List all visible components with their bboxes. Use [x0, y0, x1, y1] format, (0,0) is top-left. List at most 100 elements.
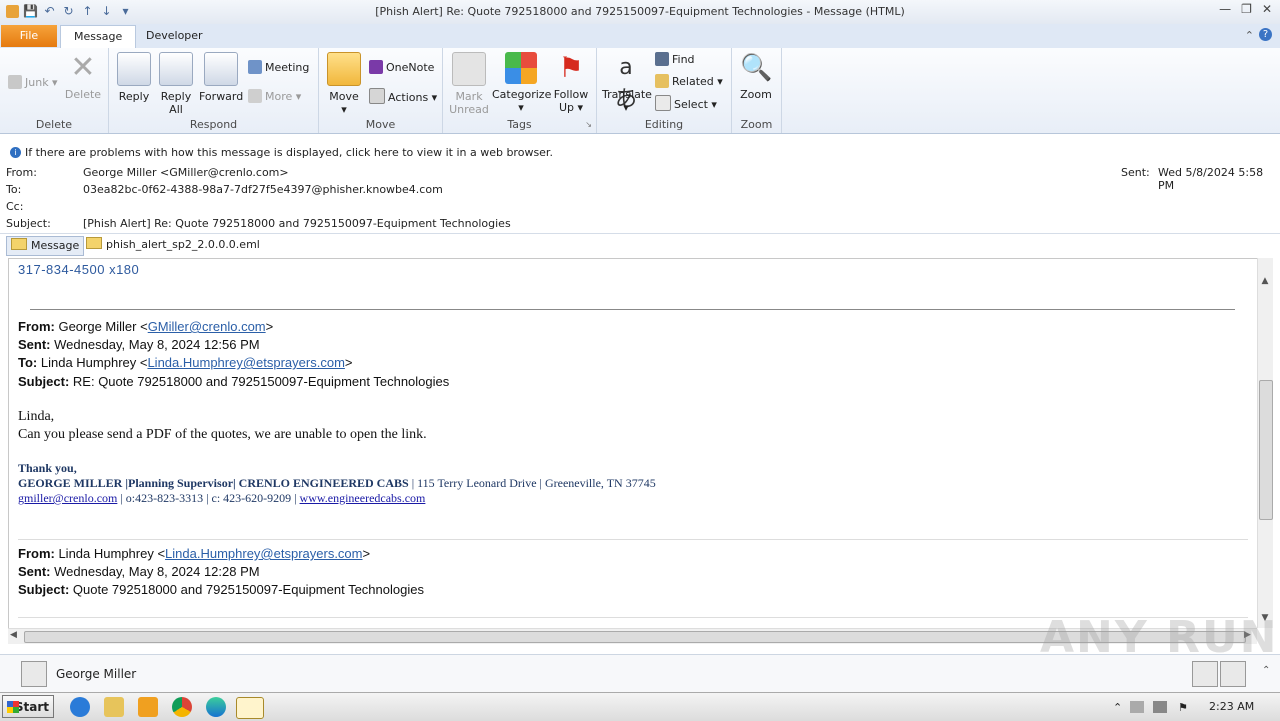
vertical-scrollbar[interactable]: ▲ ▼	[1257, 258, 1273, 628]
start-button[interactable]: Start	[2, 695, 54, 718]
move-button[interactable]: Move ▾	[325, 52, 363, 116]
delete-icon: ✕	[70, 50, 96, 85]
binoculars-icon	[655, 52, 669, 66]
m1-signature-contact: gmiller@crenlo.com | o:423-823-3313 | c:…	[18, 491, 426, 505]
sent-value: Wed 5/8/2024 5:58 PM	[1158, 166, 1264, 192]
categorize-icon	[505, 52, 537, 84]
junk-button[interactable]: Junk ▾	[8, 74, 58, 92]
m1-subject-line: Subject: RE: Quote 792518000 and 7925150…	[18, 374, 450, 389]
people-pane: George Miller ⌃	[0, 654, 1280, 693]
network-icon[interactable]	[1153, 701, 1167, 713]
tags-group: Mark Unread Categorize ▾ ⚑ Follow Up ▾ Tags…	[443, 48, 597, 133]
reply-all-button[interactable]: Reply All	[157, 52, 195, 116]
m2-from-email-link[interactable]: Linda.Humphrey@etsprayers.com	[165, 546, 362, 561]
more-button[interactable]: More ▾	[248, 88, 301, 106]
signature-phone: 317-834-4500 x180	[18, 262, 140, 277]
minimize-icon[interactable]: —	[1219, 2, 1231, 16]
separator-line	[30, 309, 1235, 310]
explorer-icon[interactable]	[104, 697, 124, 717]
ribbon-tabs: File Message Developer ⌃ ?	[0, 24, 1280, 49]
reply-button[interactable]: Reply	[115, 52, 153, 103]
avatar-left	[1192, 661, 1218, 687]
related-button[interactable]: Related ▾	[655, 73, 723, 91]
delete-group: Junk ▾ ✕ Delete Delete	[0, 48, 109, 133]
help-icon[interactable]: ?	[1259, 28, 1272, 41]
people-pane-name[interactable]: George Miller	[56, 667, 136, 681]
meeting-icon	[248, 60, 262, 74]
attachment-message[interactable]: Message	[6, 236, 85, 256]
clock[interactable]: 2:23 AM	[1209, 700, 1254, 713]
mark-unread-icon	[452, 52, 486, 86]
tags-group-label: Tags	[507, 118, 532, 131]
respond-group: Reply Reply All Forward Meeting More ▾ Re…	[109, 48, 319, 133]
edge-icon[interactable]	[206, 697, 226, 717]
from-value[interactable]: George Miller <GMiller@crenlo.com>	[83, 166, 289, 179]
m1-thanks: Thank you,	[18, 461, 77, 475]
attachment-bar: Message phish_alert_sp2_2.0.0.0.eml	[0, 233, 1280, 256]
translate-button[interactable]: aあ Translate ▾	[602, 52, 652, 114]
m2-sent-line: Sent: Wednesday, May 8, 2024 12:28 PM	[18, 564, 260, 579]
attachment-eml[interactable]: phish_alert_sp2_2.0.0.0.eml	[82, 236, 264, 254]
translate-icon: aあ	[614, 55, 637, 112]
delete-group-label: Delete	[35, 118, 73, 131]
onenote-icon	[369, 60, 383, 74]
m1-from-email-link[interactable]: GMiller@crenlo.com	[148, 319, 266, 334]
scroll-left-icon[interactable]: ◀	[10, 630, 17, 640]
actions-icon	[369, 88, 385, 104]
expand-people-pane-icon[interactable]: ⌃	[1262, 665, 1270, 676]
m1-to-email-link[interactable]: Linda.Humphrey@etsprayers.com	[147, 355, 344, 370]
vertical-scroll-thumb[interactable]	[1259, 380, 1273, 520]
windows-logo-icon	[7, 701, 19, 713]
m1-sig-web-link[interactable]: www.engineeredcabs.com	[300, 491, 426, 505]
m1-text: Can you please send a PDF of the quotes,…	[18, 427, 427, 442]
onenote-button[interactable]: OneNote	[369, 59, 434, 77]
volume-icon[interactable]	[1130, 701, 1144, 713]
select-button[interactable]: Select ▾	[655, 95, 717, 113]
info-icon: i	[10, 147, 21, 158]
m2-subject-line: Subject: Quote 792518000 and 7925150097-…	[18, 582, 424, 597]
media-player-icon[interactable]	[138, 697, 158, 717]
separator-line-2	[18, 539, 1248, 540]
m1-sig-email-link[interactable]: gmiller@crenlo.com	[18, 491, 117, 505]
cc-label: Cc:	[6, 200, 24, 213]
editing-group: aあ Translate ▾ Find Related ▾ Select ▾ Ed…	[597, 48, 732, 133]
tab-developer[interactable]: Developer	[133, 25, 216, 48]
reply-all-icon	[159, 52, 193, 86]
from-label: From:	[6, 166, 37, 179]
meeting-button[interactable]: Meeting	[248, 59, 309, 77]
follow-up-button[interactable]: ⚑ Follow Up ▾	[551, 52, 591, 115]
reply-icon	[117, 52, 151, 86]
message-body: 317-834-4500 x180 From: George Miller <G…	[8, 258, 1257, 629]
action-center-flag-icon[interactable]: ⚑	[1178, 701, 1188, 714]
forward-icon	[204, 52, 238, 86]
envelope-icon	[86, 237, 102, 249]
restore-icon[interactable]: ❐	[1241, 2, 1252, 16]
chrome-icon[interactable]	[172, 697, 192, 717]
to-value[interactable]: 03ea82bc-0f62-4388-98a7-7df27f5e4397@phi…	[83, 183, 443, 196]
zoom-group-label: Zoom	[740, 118, 773, 131]
cursor-icon	[655, 95, 671, 111]
scroll-up-icon[interactable]: ▲	[1259, 276, 1271, 288]
collapse-ribbon-icon[interactable]: ⌃	[1245, 29, 1254, 42]
mark-unread-button[interactable]: Mark Unread	[447, 52, 491, 116]
delete-button[interactable]: ✕ Delete	[62, 50, 104, 102]
forward-button[interactable]: Forward	[199, 52, 243, 103]
actions-button[interactable]: Actions ▾	[369, 88, 437, 106]
zoom-button[interactable]: 🔍 Zoom	[736, 52, 776, 101]
close-icon[interactable]: ✕	[1262, 2, 1272, 16]
tab-message[interactable]: Message	[60, 25, 137, 49]
subject-value: [Phish Alert] Re: Quote 792518000 and 79…	[83, 217, 511, 230]
ribbon: Junk ▾ ✕ Delete Delete Reply Reply All Fo…	[0, 48, 1280, 134]
find-button[interactable]: Find	[655, 51, 695, 69]
outlook-taskbar-icon[interactable]	[236, 697, 264, 719]
sent-label: Sent:	[1121, 166, 1150, 179]
info-bar-text[interactable]: If there are problems with how this mess…	[25, 146, 553, 159]
subject-label: Subject:	[6, 217, 51, 230]
move-group: Move ▾ OneNote Actions ▾ Move	[319, 48, 443, 133]
tab-file[interactable]: File	[1, 25, 57, 47]
tray-expand-icon[interactable]: ⌃	[1113, 701, 1122, 714]
dialog-launcher-icon[interactable]: ↘	[585, 120, 592, 129]
ie-icon[interactable]	[70, 697, 90, 717]
more-icon	[248, 89, 262, 103]
categorize-button[interactable]: Categorize ▾	[492, 52, 551, 114]
